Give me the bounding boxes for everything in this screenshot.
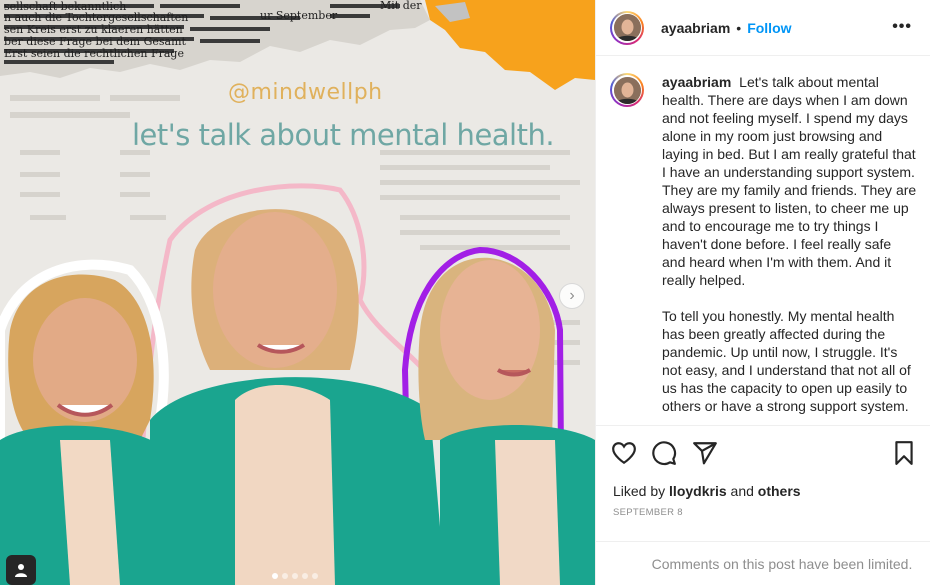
- carousel-dot: [312, 573, 318, 579]
- likes-prefix: Liked by: [613, 483, 666, 499]
- post-date[interactable]: SEPTEMBER 8: [613, 507, 683, 518]
- post-header: ayaabriam • Follow •••: [596, 0, 930, 56]
- tagged-users-button[interactable]: [6, 555, 36, 585]
- caption-paragraph-2: To tell you honestly. My mental health h…: [662, 308, 911, 414]
- header-separator: •: [736, 19, 742, 36]
- carousel-dot: [282, 573, 288, 579]
- comments-notice-text: Comments on this post have been limited.: [651, 555, 913, 572]
- likes-others-link[interactable]: others: [758, 483, 801, 499]
- send-icon[interactable]: [692, 440, 718, 466]
- user-icon: [15, 564, 27, 577]
- post-actions-bar: [596, 425, 930, 480]
- carousel-dots: [272, 573, 318, 579]
- people-collage: [0, 183, 595, 585]
- carousel-dot: [302, 573, 308, 579]
- more-horizontal-icon[interactable]: •••: [892, 18, 912, 36]
- avatar[interactable]: [610, 10, 644, 45]
- likes-summary: Liked by lloydkris and others: [613, 483, 801, 499]
- follow-button[interactable]: Follow: [747, 20, 791, 36]
- carousel-dot: [272, 573, 278, 579]
- profile-photo: [613, 76, 641, 104]
- header-username-link[interactable]: ayaabriam: [661, 20, 730, 36]
- profile-photo: [613, 14, 641, 41]
- bookmark-icon[interactable]: [891, 440, 917, 466]
- likes-joiner: and: [730, 483, 754, 499]
- carousel-next-button[interactable]: ›: [559, 283, 585, 309]
- chevron-right-icon: ›: [569, 287, 575, 304]
- post-side-panel: ayaabriam • Follow ••• ayaabriam Let's t…: [595, 0, 930, 585]
- liked-by-user-link[interactable]: lloydkris: [669, 483, 727, 499]
- comment-icon[interactable]: [651, 440, 677, 466]
- heart-icon[interactable]: [611, 440, 637, 466]
- comments-limited-notice: Comments on this post have been limited.: [596, 541, 930, 585]
- caption-text: ayaabriam Let's talk about mental health…: [662, 73, 917, 415]
- post-media[interactable]: sellschaft bekanntlich n auch die Tochter…: [0, 0, 595, 585]
- caption-username-link[interactable]: ayaabriam: [662, 74, 735, 90]
- caption-paragraph: ayaabriam Let's talk about mental health…: [662, 73, 917, 289]
- carousel-dot: [292, 573, 298, 579]
- caption-paragraph-1: Let's talk about mental health. There ar…: [662, 74, 917, 288]
- caption-scroll-area[interactable]: ayaabriam Let's talk about mental health…: [596, 57, 930, 425]
- caption-avatar[interactable]: [610, 73, 644, 107]
